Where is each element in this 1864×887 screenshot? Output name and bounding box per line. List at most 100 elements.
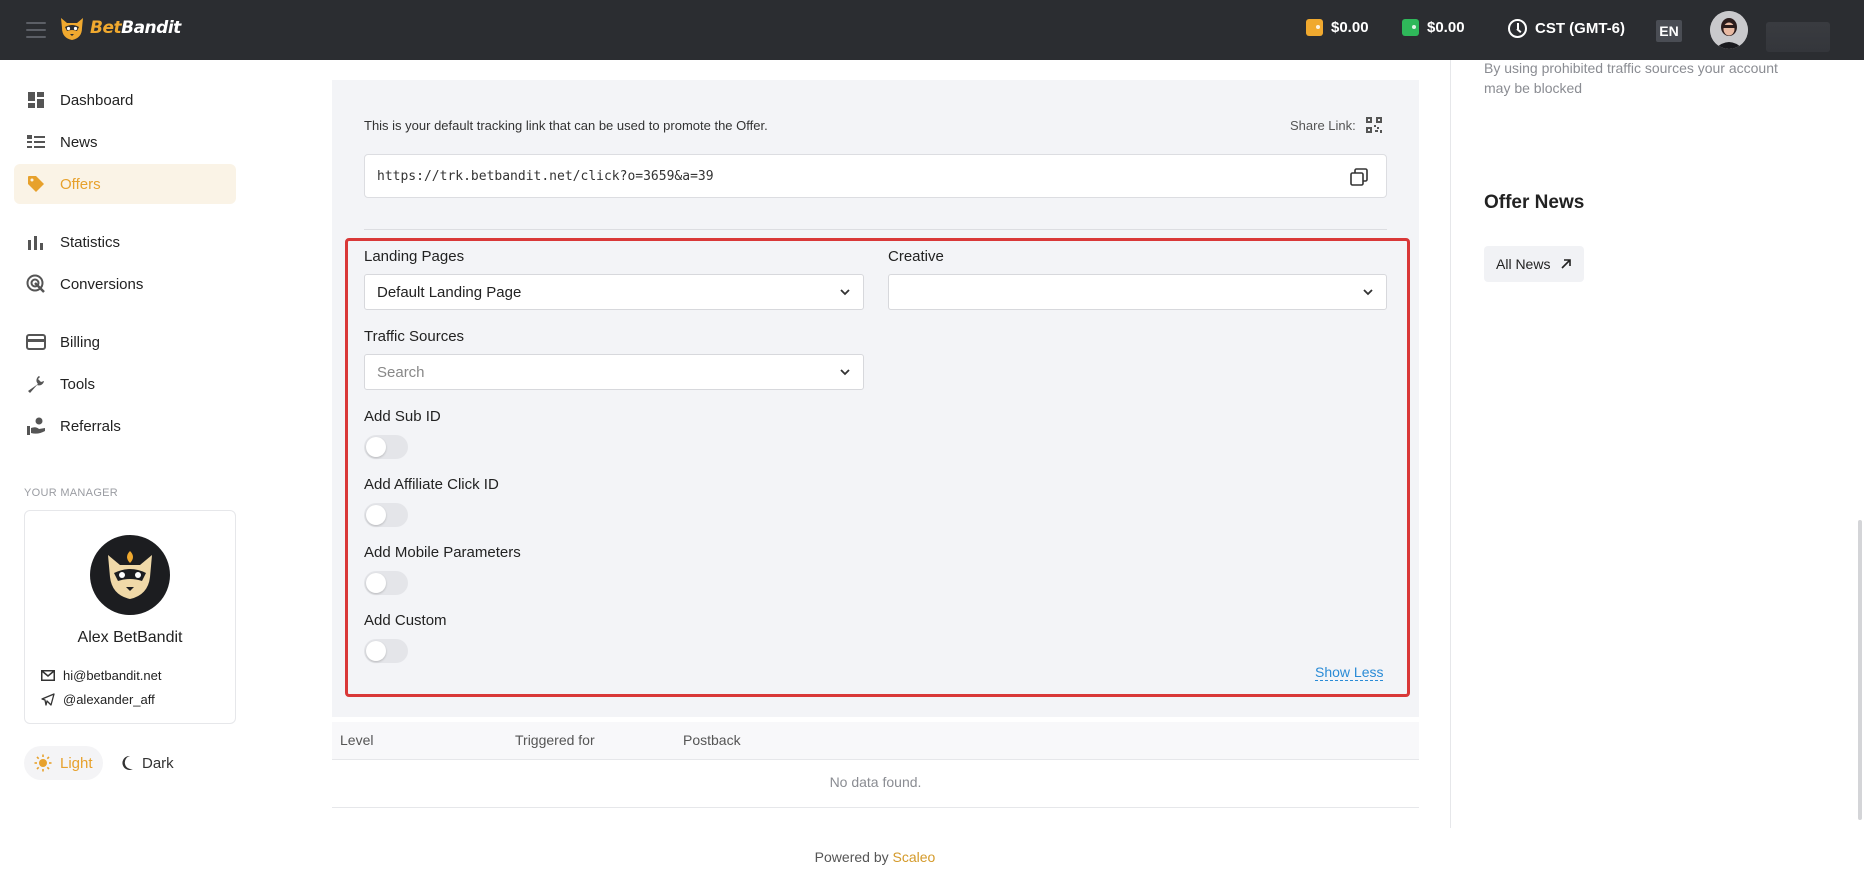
sidebar-item-conversions[interactable]: Conversions (14, 264, 236, 304)
add-sub-id-label: Add Sub ID (364, 408, 441, 425)
bar-chart-icon (26, 232, 46, 252)
manager-section-title-visible: YOUR MANAGER (24, 487, 119, 499)
add-custom-label: Add Custom (364, 612, 447, 629)
creative-label: Creative (888, 248, 944, 265)
divider (364, 229, 1387, 230)
chevron-down-icon (840, 289, 850, 296)
add-mobile-parameters-label: Add Mobile Parameters (364, 544, 521, 561)
timezone-selector[interactable]: CST (GMT-6) (1508, 19, 1625, 38)
add-mobile-parameters-toggle[interactable] (364, 571, 408, 595)
scrollbar[interactable] (1858, 520, 1862, 820)
show-less-link[interactable]: Show Less (1315, 664, 1384, 681)
brand-name-bandit: Bandit (121, 18, 181, 38)
tag-icon (26, 174, 46, 194)
creative-select[interactable] (888, 274, 1387, 310)
sidebar-item-referrals[interactable]: Referrals (14, 406, 236, 446)
add-sub-id-toggle[interactable] (364, 435, 408, 459)
theme-dark-button[interactable]: Dark (110, 746, 184, 780)
postback-table-header (332, 722, 1419, 760)
raccoon-logo-icon (61, 18, 83, 40)
manager-telegram-text: @alexander_aff (63, 692, 155, 707)
sidebar-item-label: Conversions (60, 275, 144, 293)
language-selector[interactable]: EN (1656, 20, 1682, 42)
column-header-level[interactable]: Level (340, 732, 373, 748)
referrals-icon (26, 416, 46, 436)
tracking-link-field[interactable]: https://trk.betbandit.net/click?o=3659&a… (364, 154, 1387, 198)
sidebar-item-news[interactable]: News (14, 122, 236, 162)
menu-icon[interactable] (26, 22, 46, 38)
tracking-description: This is your default tracking link that … (364, 118, 768, 133)
brand-name-bet: Bet (90, 18, 122, 38)
sidebar-item-label: News (60, 133, 98, 151)
sidebar-item-offers[interactable]: Offers (14, 164, 236, 204)
sidebar-item-label: Referrals (60, 417, 121, 435)
user-name-blurred[interactable] (1766, 22, 1830, 52)
top-bar: BetBandit $0.00 $0.00 CST (GMT-6) EN (0, 0, 1864, 60)
theme-light-label: Light (60, 754, 93, 772)
sidebar-item-statistics[interactable]: Statistics (14, 222, 236, 262)
news-icon (26, 132, 46, 152)
sidebar-item-dashboard[interactable]: Dashboard (14, 80, 236, 120)
chevron-down-icon (1363, 289, 1373, 296)
raccoon-avatar-icon (108, 551, 152, 599)
balance-secondary-value: $0.00 (1427, 19, 1465, 36)
offer-news-title: Offer News (1484, 192, 1585, 213)
wallet-icon (1402, 19, 1419, 36)
balance-main-value: $0.00 (1331, 19, 1369, 36)
traffic-sources-placeholder: Search (377, 363, 425, 381)
timezone-label: CST (GMT-6) (1535, 20, 1625, 37)
footer: Powered by Scaleo (0, 849, 1750, 865)
telegram-icon (41, 693, 55, 706)
brand-logo[interactable]: BetBandit (58, 14, 181, 42)
sidebar-item-label: Billing (60, 333, 101, 351)
copy-icon[interactable] (1350, 168, 1368, 186)
manager-telegram[interactable]: @alexander_aff (41, 692, 155, 707)
mail-icon (41, 670, 55, 681)
sidebar-item-label: Dashboard (60, 91, 134, 109)
all-news-label: All News (1496, 256, 1551, 272)
landing-pages-select[interactable]: Default Landing Page (364, 274, 864, 310)
traffic-sources-label: Traffic Sources (364, 328, 465, 345)
add-custom-toggle[interactable] (364, 639, 408, 663)
landing-pages-label: Landing Pages (364, 248, 465, 265)
manager-avatar (90, 535, 170, 615)
share-link-label: Share Link: (1290, 117, 1356, 133)
add-affiliate-click-id-label: Add Affiliate Click ID (364, 476, 499, 493)
dashboard-icon (26, 90, 46, 110)
qr-code-icon[interactable] (1365, 117, 1382, 133)
theme-dark-label: Dark (142, 754, 174, 772)
theme-light-button[interactable]: Light (24, 746, 103, 780)
balance-main[interactable]: $0.00 (1306, 19, 1369, 36)
sun-icon (34, 754, 52, 772)
column-header-triggered-for[interactable]: Triggered for (515, 732, 595, 748)
traffic-warning: By using prohibited traffic sources your… (1484, 60, 1778, 96)
clock-icon (1508, 19, 1527, 38)
empty-table-message: No data found. (829, 774, 922, 790)
arrow-up-right-icon (1561, 259, 1572, 269)
user-avatar-icon (1710, 11, 1748, 49)
powered-by-label: Powered by (814, 849, 889, 865)
credit-card-icon (26, 332, 46, 352)
traffic-sources-select[interactable]: Search (364, 354, 864, 390)
sidebar-item-tools[interactable]: Tools (14, 364, 236, 404)
table-bottom-border (332, 807, 1419, 808)
moon-icon (122, 755, 133, 770)
right-column-divider (1450, 60, 1451, 828)
column-header-postback[interactable]: Postback (683, 732, 741, 748)
powered-by-brand-link[interactable]: Scaleo (893, 849, 936, 865)
manager-email-text: hi@betbandit.net (63, 668, 162, 683)
sidebar-item-label: Offers (60, 175, 101, 193)
manager-email[interactable]: hi@betbandit.net (41, 668, 162, 683)
user-avatar[interactable] (1710, 11, 1748, 49)
share-link[interactable]: Share Link: (1290, 117, 1382, 133)
sidebar-item-label: Statistics (60, 233, 121, 251)
conversions-icon (26, 274, 46, 294)
landing-pages-value: Default Landing Page (377, 283, 522, 301)
sidebar-item-billing[interactable]: Billing (14, 322, 236, 362)
wrench-icon (26, 374, 46, 394)
add-affiliate-click-id-toggle[interactable] (364, 503, 408, 527)
manager-card: Alex BetBandit hi@betbandit.net @alexand… (24, 510, 236, 724)
tracking-link-text: https://trk.betbandit.net/click?o=3659&a… (377, 168, 714, 184)
balance-secondary[interactable]: $0.00 (1402, 19, 1465, 36)
all-news-button[interactable]: All News (1484, 246, 1585, 282)
